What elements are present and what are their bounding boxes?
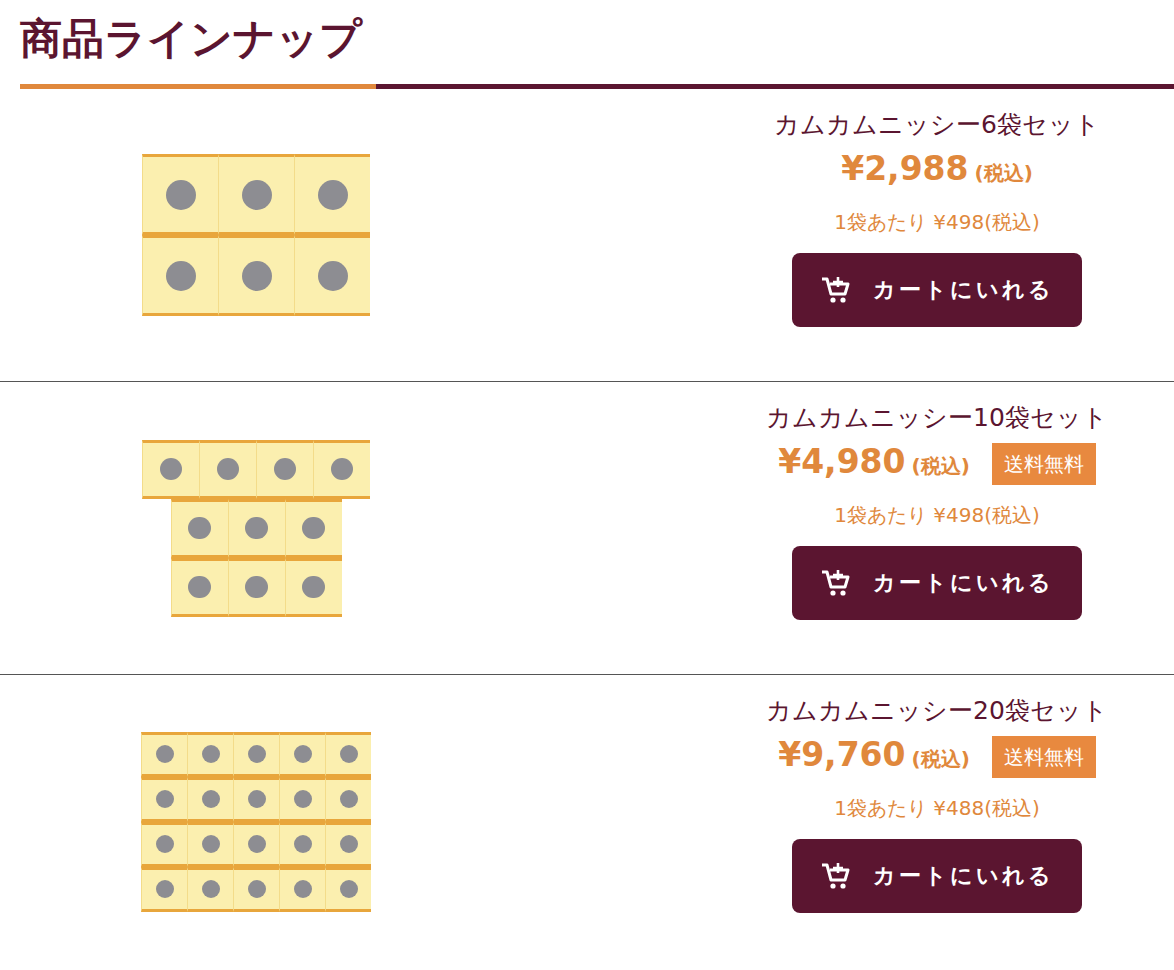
product-price: ¥2,988 [841, 149, 968, 188]
add-to-cart-button[interactable]: カートにいれる [792, 253, 1082, 327]
product-row: カムカムニッシー10袋セット ¥4,980 (税込) 送料無料 1袋あたり ¥4… [0, 382, 1174, 675]
product-name: カムカムニッシー10袋セット [766, 400, 1108, 436]
product-price: ¥9,760 [778, 735, 905, 774]
add-to-cart-button[interactable]: カートにいれる [792, 839, 1082, 913]
product-image[interactable] [141, 154, 371, 316]
add-to-cart-button[interactable]: カートにいれる [792, 546, 1082, 620]
per-bag-price: 1袋あたり ¥488(税込) [834, 793, 1040, 823]
cart-icon [821, 862, 851, 890]
product-name: カムカムニッシー20袋セット [766, 693, 1108, 729]
product-price: ¥4,980 [778, 442, 905, 481]
product-name: カムカムニッシー6袋セット [774, 107, 1100, 143]
tax-label: (税込) [912, 453, 970, 480]
product-row: カムカムニッシー6袋セット ¥2,988 (税込) 1袋あたり ¥498(税込)… [0, 89, 1174, 382]
per-bag-price: 1袋あたり ¥498(税込) [834, 500, 1040, 530]
section-heading: 商品ラインナップ [0, 0, 1174, 68]
product-lineup-page: 商品ラインナップ カムカムニッシー6袋セット ¥2,988 (税込) 1袋あたり… [0, 0, 1174, 968]
cart-icon [821, 569, 851, 597]
cart-icon [821, 276, 851, 304]
product-image[interactable] [141, 732, 371, 912]
heading-underline [20, 84, 1174, 89]
free-shipping-badge: 送料無料 [992, 736, 1096, 778]
tax-label: (税込) [975, 160, 1033, 187]
per-bag-price: 1袋あたり ¥498(税込) [834, 207, 1040, 237]
product-row: カムカムニッシー20袋セット ¥9,760 (税込) 送料無料 1袋あたり ¥4… [0, 675, 1174, 968]
free-shipping-badge: 送料無料 [992, 443, 1096, 485]
product-image[interactable] [141, 440, 371, 617]
tax-label: (税込) [912, 746, 970, 773]
